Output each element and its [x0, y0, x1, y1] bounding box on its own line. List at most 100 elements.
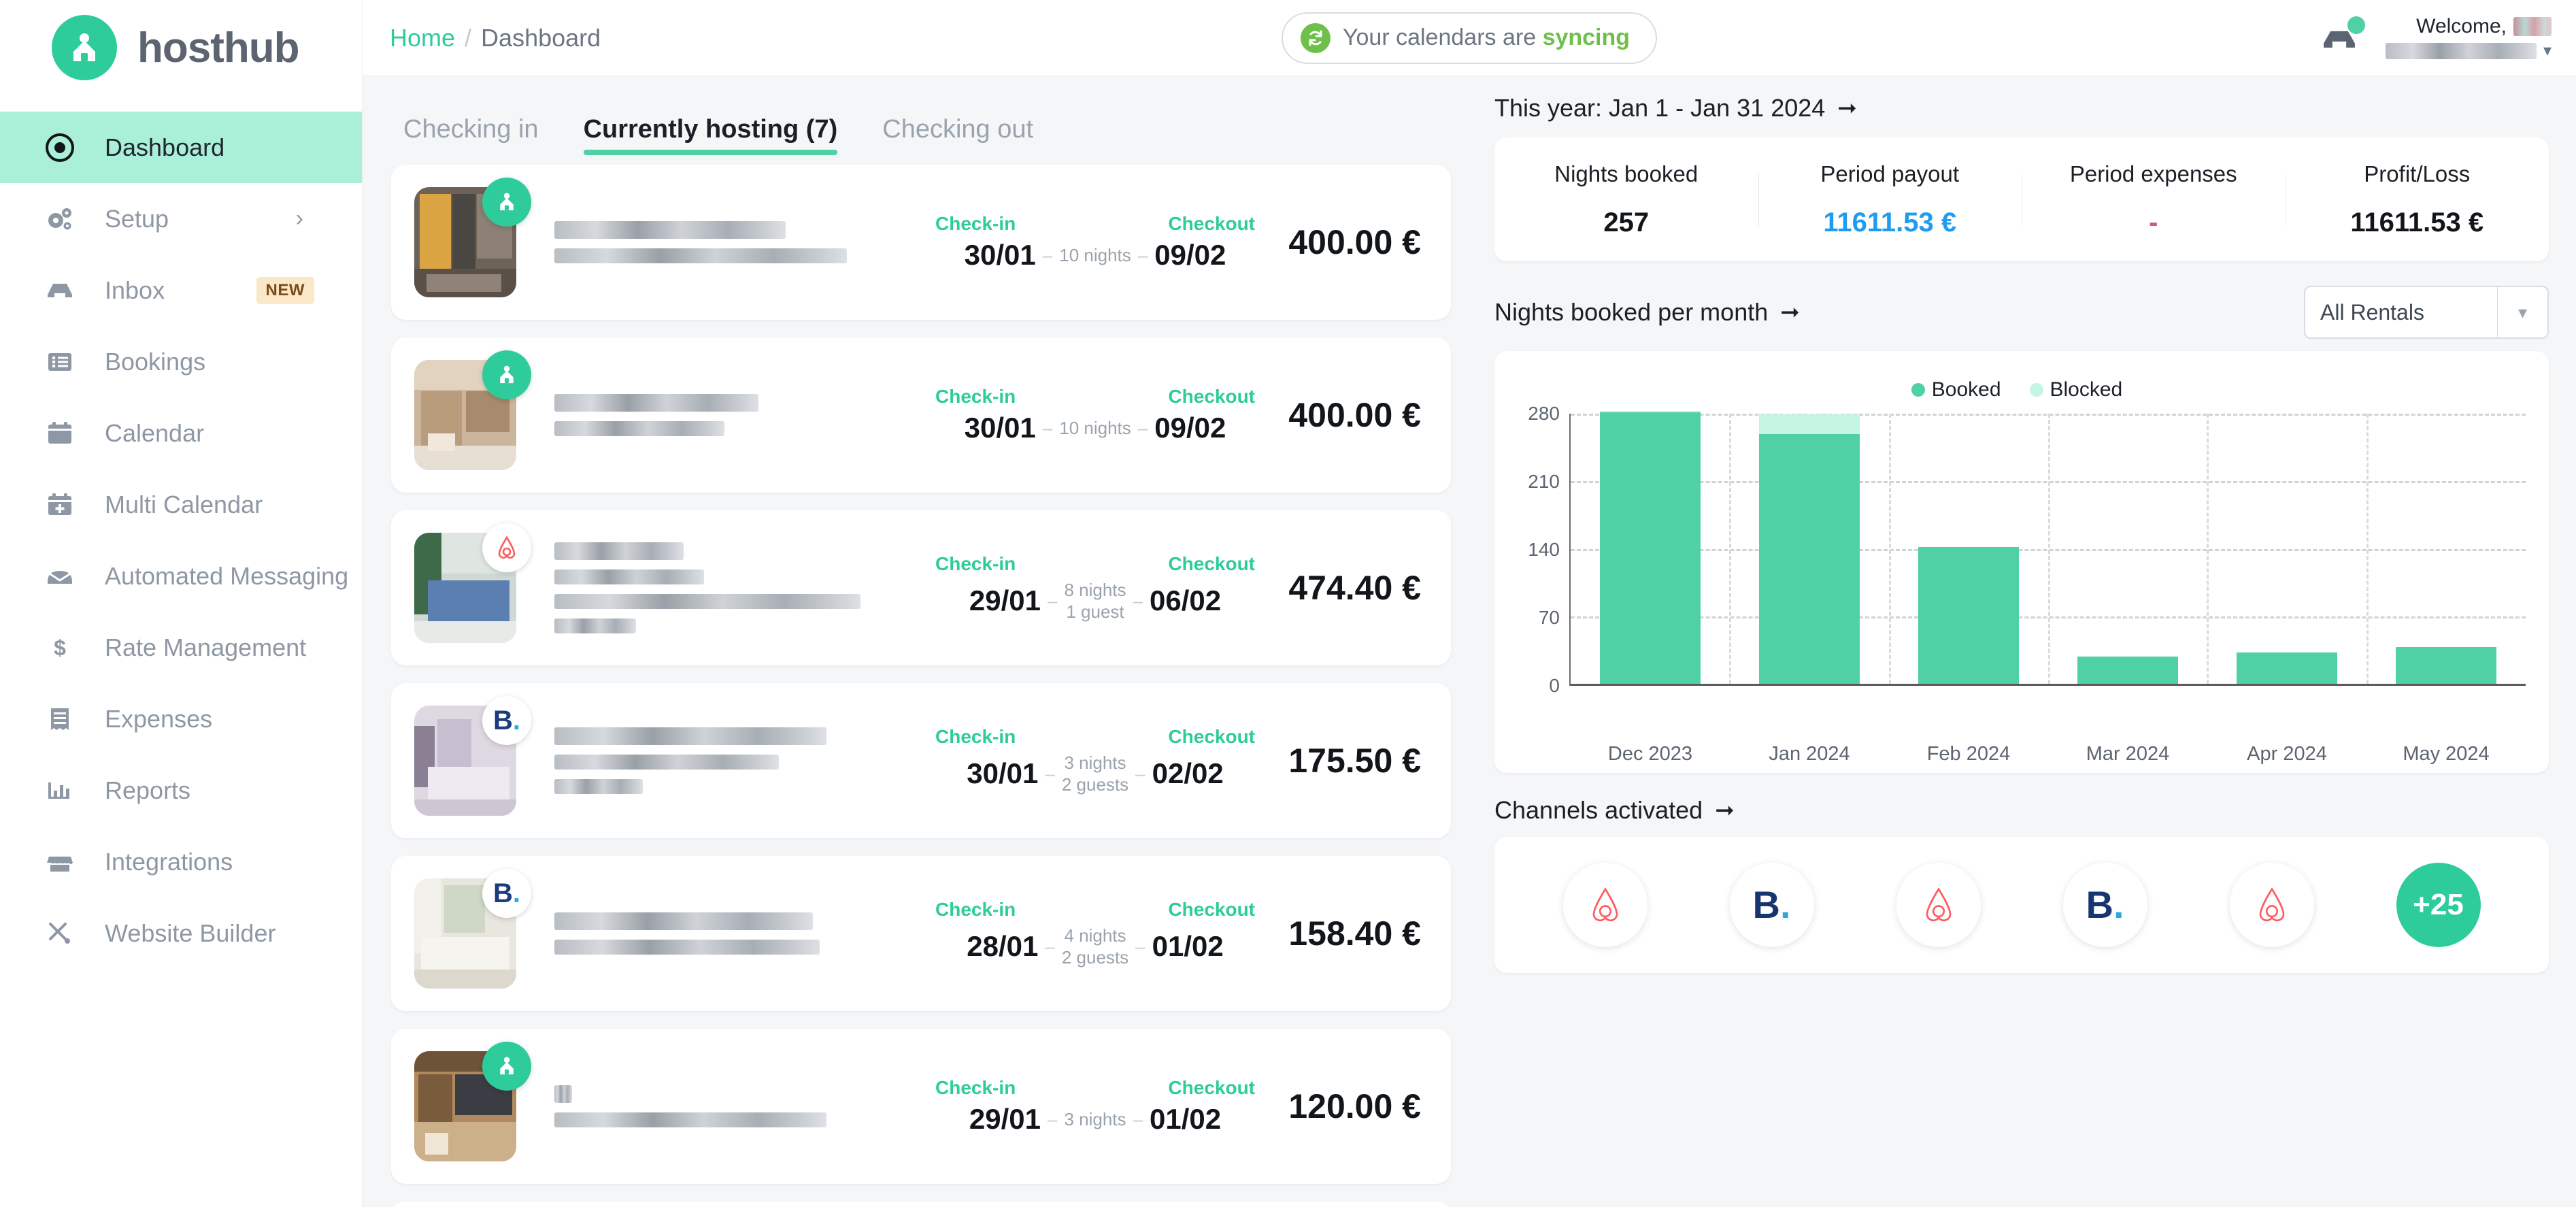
chart-bar[interactable]	[1918, 547, 2019, 684]
guest-info	[554, 727, 935, 794]
guest-info	[554, 542, 935, 633]
bar-chart-icon	[42, 776, 78, 806]
sidebar-item-inbox[interactable]: Inbox NEW	[0, 254, 362, 326]
sidebar-item-dashboard[interactable]: Dashboard	[0, 112, 362, 183]
legend-item-blocked[interactable]: Blocked	[2030, 378, 2123, 401]
checkout-date: 06/02	[1150, 584, 1221, 617]
legend-item-booked[interactable]: Booked	[1911, 378, 2001, 401]
stay-dates: Check-in Checkout 29/01 – 8 nights 1 gue…	[935, 553, 1255, 623]
sidebar-item-multi-calendar[interactable]: Multi Calendar	[0, 469, 362, 540]
channel-airbnb[interactable]	[2230, 863, 2314, 947]
channel-airbnb[interactable]	[1563, 863, 1647, 947]
stat-value: 11611.53 €	[1823, 208, 1956, 238]
arrow-right-icon[interactable]: ➞	[1780, 299, 1800, 326]
chart-bar-segment-booked	[2396, 647, 2496, 684]
chart-bar-segment-booked	[2237, 652, 2337, 684]
y-tick: 140	[1528, 539, 1560, 561]
brand-logo[interactable]: hosthub	[0, 0, 362, 95]
property-name-redacted	[554, 421, 724, 436]
sidebar-item-integrations[interactable]: Integrations	[0, 826, 362, 897]
stat-label: Profit/Loss	[2364, 161, 2470, 187]
stat-label: Period payout	[1820, 161, 1959, 187]
stay-dates: Check-in Checkout 30/01 – 10 nights –	[935, 213, 1255, 271]
sidebar-item-setup[interactable]: Setup ›	[0, 183, 362, 254]
sidebar-item-reports[interactable]: Reports	[0, 755, 362, 826]
sidebar-item-bookings[interactable]: Bookings	[0, 326, 362, 397]
stay-dates: Check-in Checkout 29/01 – 3 nights – 0	[935, 1077, 1255, 1136]
checkout-label: Checkout	[1168, 553, 1255, 575]
booking-com-logo: B.	[493, 707, 520, 734]
checkin-date: 28/01	[967, 930, 1038, 963]
property-name-redacted	[554, 755, 779, 770]
booking-card[interactable]: Check-in Checkout 30/01 – 10 nights –	[391, 165, 1451, 320]
sidebar-item-label: Expenses	[105, 705, 212, 733]
nights-count: 10 nights	[1059, 244, 1131, 267]
checkin-date: 29/01	[969, 1103, 1041, 1136]
legend-swatch-blocked	[2030, 383, 2043, 397]
guest-count: 2 guests	[1062, 774, 1128, 796]
booking-card[interactable]: B. Check-in Checkout	[391, 683, 1451, 838]
envelope-icon	[42, 561, 78, 591]
property-name-line2-redacted	[554, 618, 636, 633]
gridline-v	[1729, 414, 1731, 684]
stay-meta: 8 nights 1 guest	[1064, 579, 1126, 623]
breadcrumb-home[interactable]: Home	[390, 24, 455, 52]
rental-filter-select[interactable]: All Rentals ▾	[2304, 286, 2549, 339]
stay-meta: 3 nights 2 guests	[1062, 752, 1128, 796]
sidebar-item-calendar[interactable]: Calendar	[0, 397, 362, 469]
booking-card[interactable]	[391, 1202, 1451, 1207]
sync-status-pill[interactable]: Your calendars are syncing	[1282, 12, 1657, 64]
user-name-redacted	[2386, 43, 2537, 59]
chevron-down-icon[interactable]: ▾	[2543, 41, 2552, 61]
booking-card[interactable]: B. Check-in Checkout	[391, 856, 1451, 1011]
booking-card[interactable]: Check-in Checkout 29/01 – 3 nights – 0	[391, 1029, 1451, 1184]
sidebar-item-label: Website Builder	[105, 919, 275, 948]
inbox-icon[interactable]	[2320, 19, 2358, 57]
stay-dates: Check-in Checkout 28/01 – 4 nights 2 gue…	[935, 899, 1255, 969]
channels-title-row[interactable]: Channels activated ➞	[1494, 796, 2549, 825]
chart-bar[interactable]	[2077, 657, 2178, 684]
sidebar-item-expenses[interactable]: Expenses	[0, 683, 362, 755]
inbox-icon	[42, 276, 78, 305]
booking-card[interactable]: Check-in Checkout 29/01 – 8 nights 1 gue…	[391, 510, 1451, 665]
dash-left: –	[1048, 591, 1057, 612]
channel-airbnb[interactable]	[1896, 863, 1981, 947]
chevron-down-icon[interactable]: ▾	[2497, 287, 2547, 337]
sidebar-item-automated-messaging[interactable]: Automated Messaging	[0, 540, 362, 612]
checkout-label: Checkout	[1168, 726, 1255, 748]
chart-bar-segment-booked	[1600, 412, 1701, 684]
chart-bar-segment-booked	[1918, 547, 2019, 684]
tab-currently-hosting[interactable]: Currently hosting (7)	[584, 115, 838, 155]
guest-name-redacted	[554, 1085, 572, 1103]
sidebar-item-label: Bookings	[105, 348, 205, 376]
chart-bar[interactable]	[1600, 411, 1701, 684]
stat-profit-loss: Profit/Loss 11611.53 €	[2286, 161, 2549, 238]
chart-bar[interactable]	[2396, 647, 2496, 684]
tab-checking-out[interactable]: Checking out	[882, 115, 1033, 155]
checkin-date: 30/01	[967, 757, 1038, 790]
property-name-redacted	[554, 594, 860, 609]
chart-title-row[interactable]: Nights booked per month ➞	[1494, 298, 1800, 327]
period-title-row[interactable]: This year: Jan 1 - Jan 31 2024 ➞	[1494, 94, 2549, 122]
calendar-plus-icon	[42, 490, 78, 520]
sidebar-item-rate-management[interactable]: $ Rate Management	[0, 612, 362, 683]
sidebar-item-website-builder[interactable]: Website Builder	[0, 897, 362, 969]
user-welcome[interactable]: Welcome, ▾	[2386, 15, 2552, 61]
tab-checking-in[interactable]: Checking in	[403, 115, 539, 155]
chart-bar-segment-booked	[1759, 434, 1860, 684]
sidebar-item-label: Rate Management	[105, 633, 306, 662]
chart-bar[interactable]	[1759, 414, 1860, 684]
checkin-date: 29/01	[969, 584, 1041, 617]
chart-bar[interactable]	[2237, 652, 2337, 684]
arrow-right-icon[interactable]: ➞	[1837, 95, 1857, 122]
channel-booking[interactable]: B.	[2063, 863, 2147, 947]
booking-card[interactable]: Check-in Checkout 30/01 – 10 nights –	[391, 337, 1451, 493]
arrow-right-icon[interactable]: ➞	[1715, 797, 1735, 824]
top-bar: Home / Dashboard Your calendars are sync…	[363, 0, 2576, 76]
channel-booking[interactable]: B.	[1730, 863, 1814, 947]
stay-meta: 10 nights	[1059, 244, 1131, 267]
channel-more-button[interactable]: +25	[2396, 863, 2481, 947]
booking-price: 400.00 €	[1288, 395, 1421, 435]
guest-info	[554, 912, 935, 955]
nights-chart-card: Booked Blocked 280 210 140 70	[1494, 351, 2549, 773]
